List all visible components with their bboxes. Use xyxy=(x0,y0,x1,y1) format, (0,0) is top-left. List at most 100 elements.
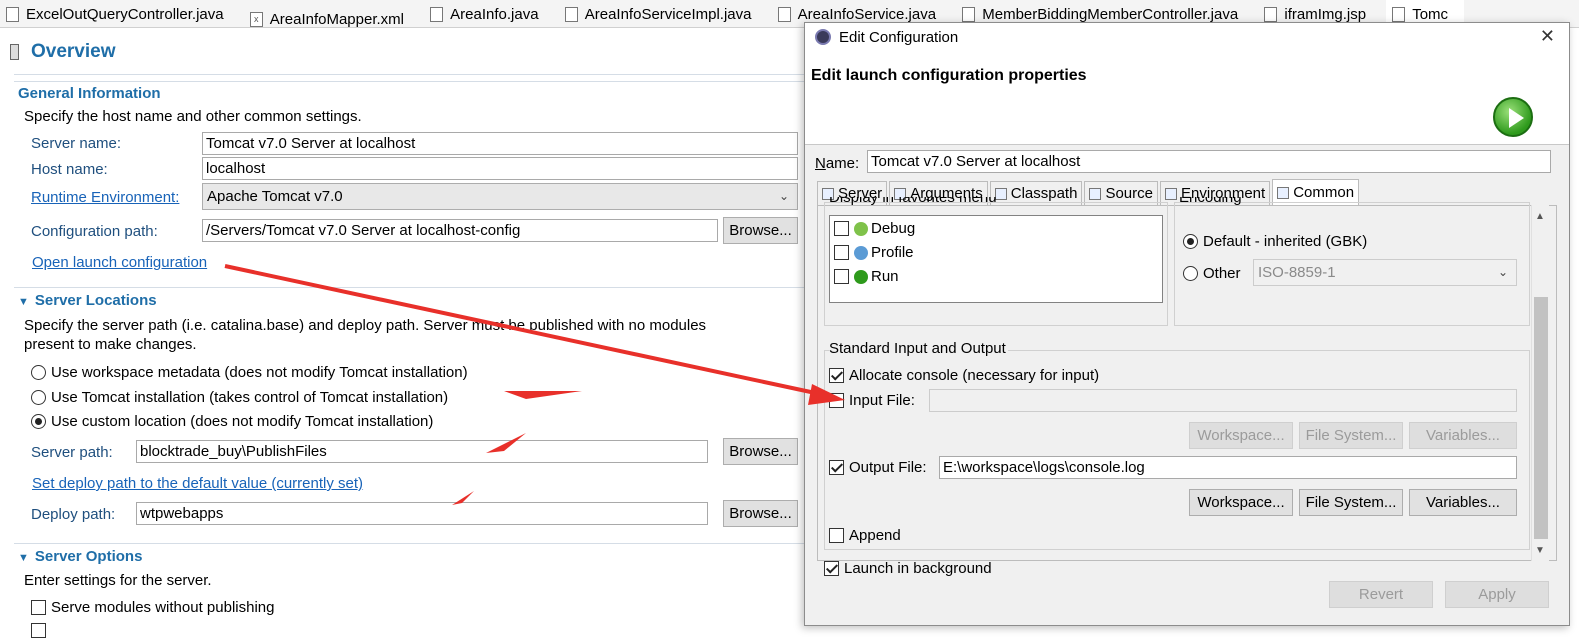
java-file-icon xyxy=(962,6,976,22)
dialog-header-title: Edit launch configuration properties xyxy=(811,67,1087,84)
section-heading-server-locations[interactable]: ▼ Server Locations xyxy=(18,292,157,309)
encoding-other-radio[interactable]: Other xyxy=(1183,265,1241,282)
radio-off-icon xyxy=(31,365,46,380)
encoding-group: Encoding Default - inherited (GBK) Other… xyxy=(1174,197,1530,326)
server-file-icon xyxy=(1392,6,1406,22)
stdio-group: Standard Input and Output Allocate conso… xyxy=(824,340,1530,550)
runtime-environment-select[interactable]: Apache Tomcat v7.0 ⌄ xyxy=(202,183,798,210)
output-file-system-button[interactable]: File System... xyxy=(1299,489,1403,516)
scroll-up-icon[interactable]: ▲ xyxy=(1535,211,1545,222)
scroll-down-icon[interactable]: ▼ xyxy=(1535,545,1545,556)
chevron-down-icon: ⌄ xyxy=(1497,265,1508,279)
favorite-debug[interactable]: Debug xyxy=(834,220,915,237)
section-heading-general: General Information xyxy=(18,85,161,102)
favorites-list: Debug Profile Run xyxy=(829,215,1163,303)
scrollbar-thumb[interactable] xyxy=(1534,297,1548,539)
checkbox-off-icon xyxy=(31,600,46,615)
xml-file-icon: x xyxy=(249,11,263,27)
java-file-icon xyxy=(564,6,578,22)
output-workspace-button[interactable]: Workspace... xyxy=(1189,489,1293,516)
run-icon xyxy=(854,269,868,284)
dialog-titlebar[interactable]: Edit Configuration ✕ xyxy=(805,23,1569,51)
page-title: Overview xyxy=(10,41,116,63)
configuration-name-field[interactable]: Tomcat v7.0 Server at localhost xyxy=(867,150,1551,173)
radio-off-icon xyxy=(31,390,46,405)
input-variables-button[interactable]: Variables... xyxy=(1409,422,1517,449)
checkbox-off-icon xyxy=(834,269,849,284)
server-overview-editor: Overview General Information Specify the… xyxy=(0,29,812,638)
editor-tab[interactable]: x AreaInfoMapper.xml xyxy=(244,5,420,27)
radio-tomcat-installation[interactable]: Use Tomcat installation (takes control o… xyxy=(31,389,448,406)
revert-button[interactable]: Revert xyxy=(1329,581,1433,608)
close-icon[interactable]: ✕ xyxy=(1540,26,1555,47)
deploy-path-label: Deploy path: xyxy=(31,506,116,523)
radio-custom-location[interactable]: Use custom location (does not modify Tom… xyxy=(31,413,433,430)
java-file-icon xyxy=(430,6,444,22)
checkbox-on-icon xyxy=(829,460,844,475)
server-option-checkbox[interactable] xyxy=(31,623,51,638)
editor-tab[interactable]: AreaInfo.java xyxy=(424,0,554,27)
server-name-field[interactable]: Tomcat v7.0 Server at localhost xyxy=(202,132,798,155)
launch-background-checkbox[interactable]: Launch in background xyxy=(824,560,992,577)
set-default-deploy-path-link[interactable]: Set deploy path to the default value (cu… xyxy=(32,475,363,492)
append-checkbox[interactable]: Append xyxy=(829,527,901,544)
server-path-browse-button[interactable]: Browse... xyxy=(723,438,798,465)
input-file-checkbox[interactable]: Input File: xyxy=(829,392,915,409)
chevron-down-icon: ⌄ xyxy=(778,189,789,203)
input-file-field[interactable] xyxy=(929,389,1517,412)
locations-description-line2: present to make changes. xyxy=(24,336,197,353)
section-divider xyxy=(14,543,810,544)
collapse-triangle-icon: ▼ xyxy=(18,296,29,308)
java-file-icon xyxy=(777,6,791,22)
favorite-run[interactable]: Run xyxy=(834,268,899,285)
output-variables-button[interactable]: Variables... xyxy=(1409,489,1517,516)
section-divider xyxy=(14,81,810,82)
run-icon xyxy=(1493,97,1533,137)
input-workspace-button[interactable]: Workspace... xyxy=(1189,422,1293,449)
host-name-label: Host name: xyxy=(31,161,108,178)
checkbox-off-icon xyxy=(829,393,844,408)
section-divider xyxy=(14,287,810,288)
collapse-triangle-icon: ▼ xyxy=(18,552,29,564)
vertical-scrollbar[interactable]: ▲ ▼ xyxy=(1531,205,1549,561)
output-file-field[interactable]: E:\workspace\logs\console.log xyxy=(939,456,1517,479)
deploy-path-browse-button[interactable]: Browse... xyxy=(723,500,798,527)
dialog-header: Edit launch configuration properties xyxy=(805,51,1569,145)
server-name-label: Server name: xyxy=(31,135,122,152)
encoding-other-select[interactable]: ISO-8859-1 ⌄ xyxy=(1253,259,1517,286)
common-tab-pane: Display in favorites menu Debug Profile … xyxy=(817,197,1557,577)
favorite-profile[interactable]: Profile xyxy=(834,244,914,261)
serve-modules-checkbox[interactable]: Serve modules without publishing xyxy=(31,599,274,616)
host-name-field[interactable]: localhost xyxy=(202,157,798,180)
checkbox-off-icon xyxy=(834,221,849,236)
checkbox-off-icon xyxy=(829,528,844,543)
configuration-path-label: Configuration path: xyxy=(31,223,158,240)
editor-tab[interactable]: ExcelOutQueryController.java xyxy=(0,0,240,27)
checkbox-off-icon xyxy=(31,623,46,638)
server-path-field[interactable]: blocktrade_buy\PublishFiles xyxy=(136,440,708,463)
dialog-title: Edit Configuration xyxy=(839,28,959,46)
stdio-heading: Standard Input and Output xyxy=(829,340,1008,357)
locations-description-line1: Specify the server path (i.e. catalina.b… xyxy=(24,317,707,334)
configuration-browse-button[interactable]: Browse... xyxy=(723,217,798,244)
edit-configuration-dialog: Edit Configuration ✕ Edit launch configu… xyxy=(804,22,1570,626)
section-heading-server-options[interactable]: ▼ Server Options xyxy=(18,548,142,565)
configuration-path-field[interactable]: /Servers/Tomcat v7.0 Server at localhost… xyxy=(202,219,718,242)
favorites-group: Display in favorites menu Debug Profile … xyxy=(824,197,1168,326)
open-launch-configuration-link[interactable]: Open launch configuration xyxy=(32,254,207,271)
favorites-heading: Display in favorites menu xyxy=(829,197,997,206)
name-label: Name: xyxy=(815,155,860,172)
allocate-console-checkbox[interactable]: Allocate console (necessary for input) xyxy=(829,367,1099,384)
runtime-environment-link[interactable]: Runtime Environment: xyxy=(31,189,179,206)
java-file-icon xyxy=(6,6,19,22)
source-icon xyxy=(1089,187,1102,200)
eclipse-icon xyxy=(815,29,831,45)
encoding-default-radio[interactable]: Default - inherited (GBK) xyxy=(1183,233,1367,250)
server-path-label: Server path: xyxy=(31,444,113,461)
apply-button[interactable]: Apply xyxy=(1445,581,1549,608)
radio-workspace-metadata[interactable]: Use workspace metadata (does not modify … xyxy=(31,364,468,381)
output-file-checkbox[interactable]: Output File: xyxy=(829,459,927,476)
deploy-path-field[interactable]: wtpwebapps xyxy=(136,502,708,525)
input-file-system-button[interactable]: File System... xyxy=(1299,422,1403,449)
editor-tab[interactable]: AreaInfoServiceImpl.java xyxy=(559,0,768,27)
